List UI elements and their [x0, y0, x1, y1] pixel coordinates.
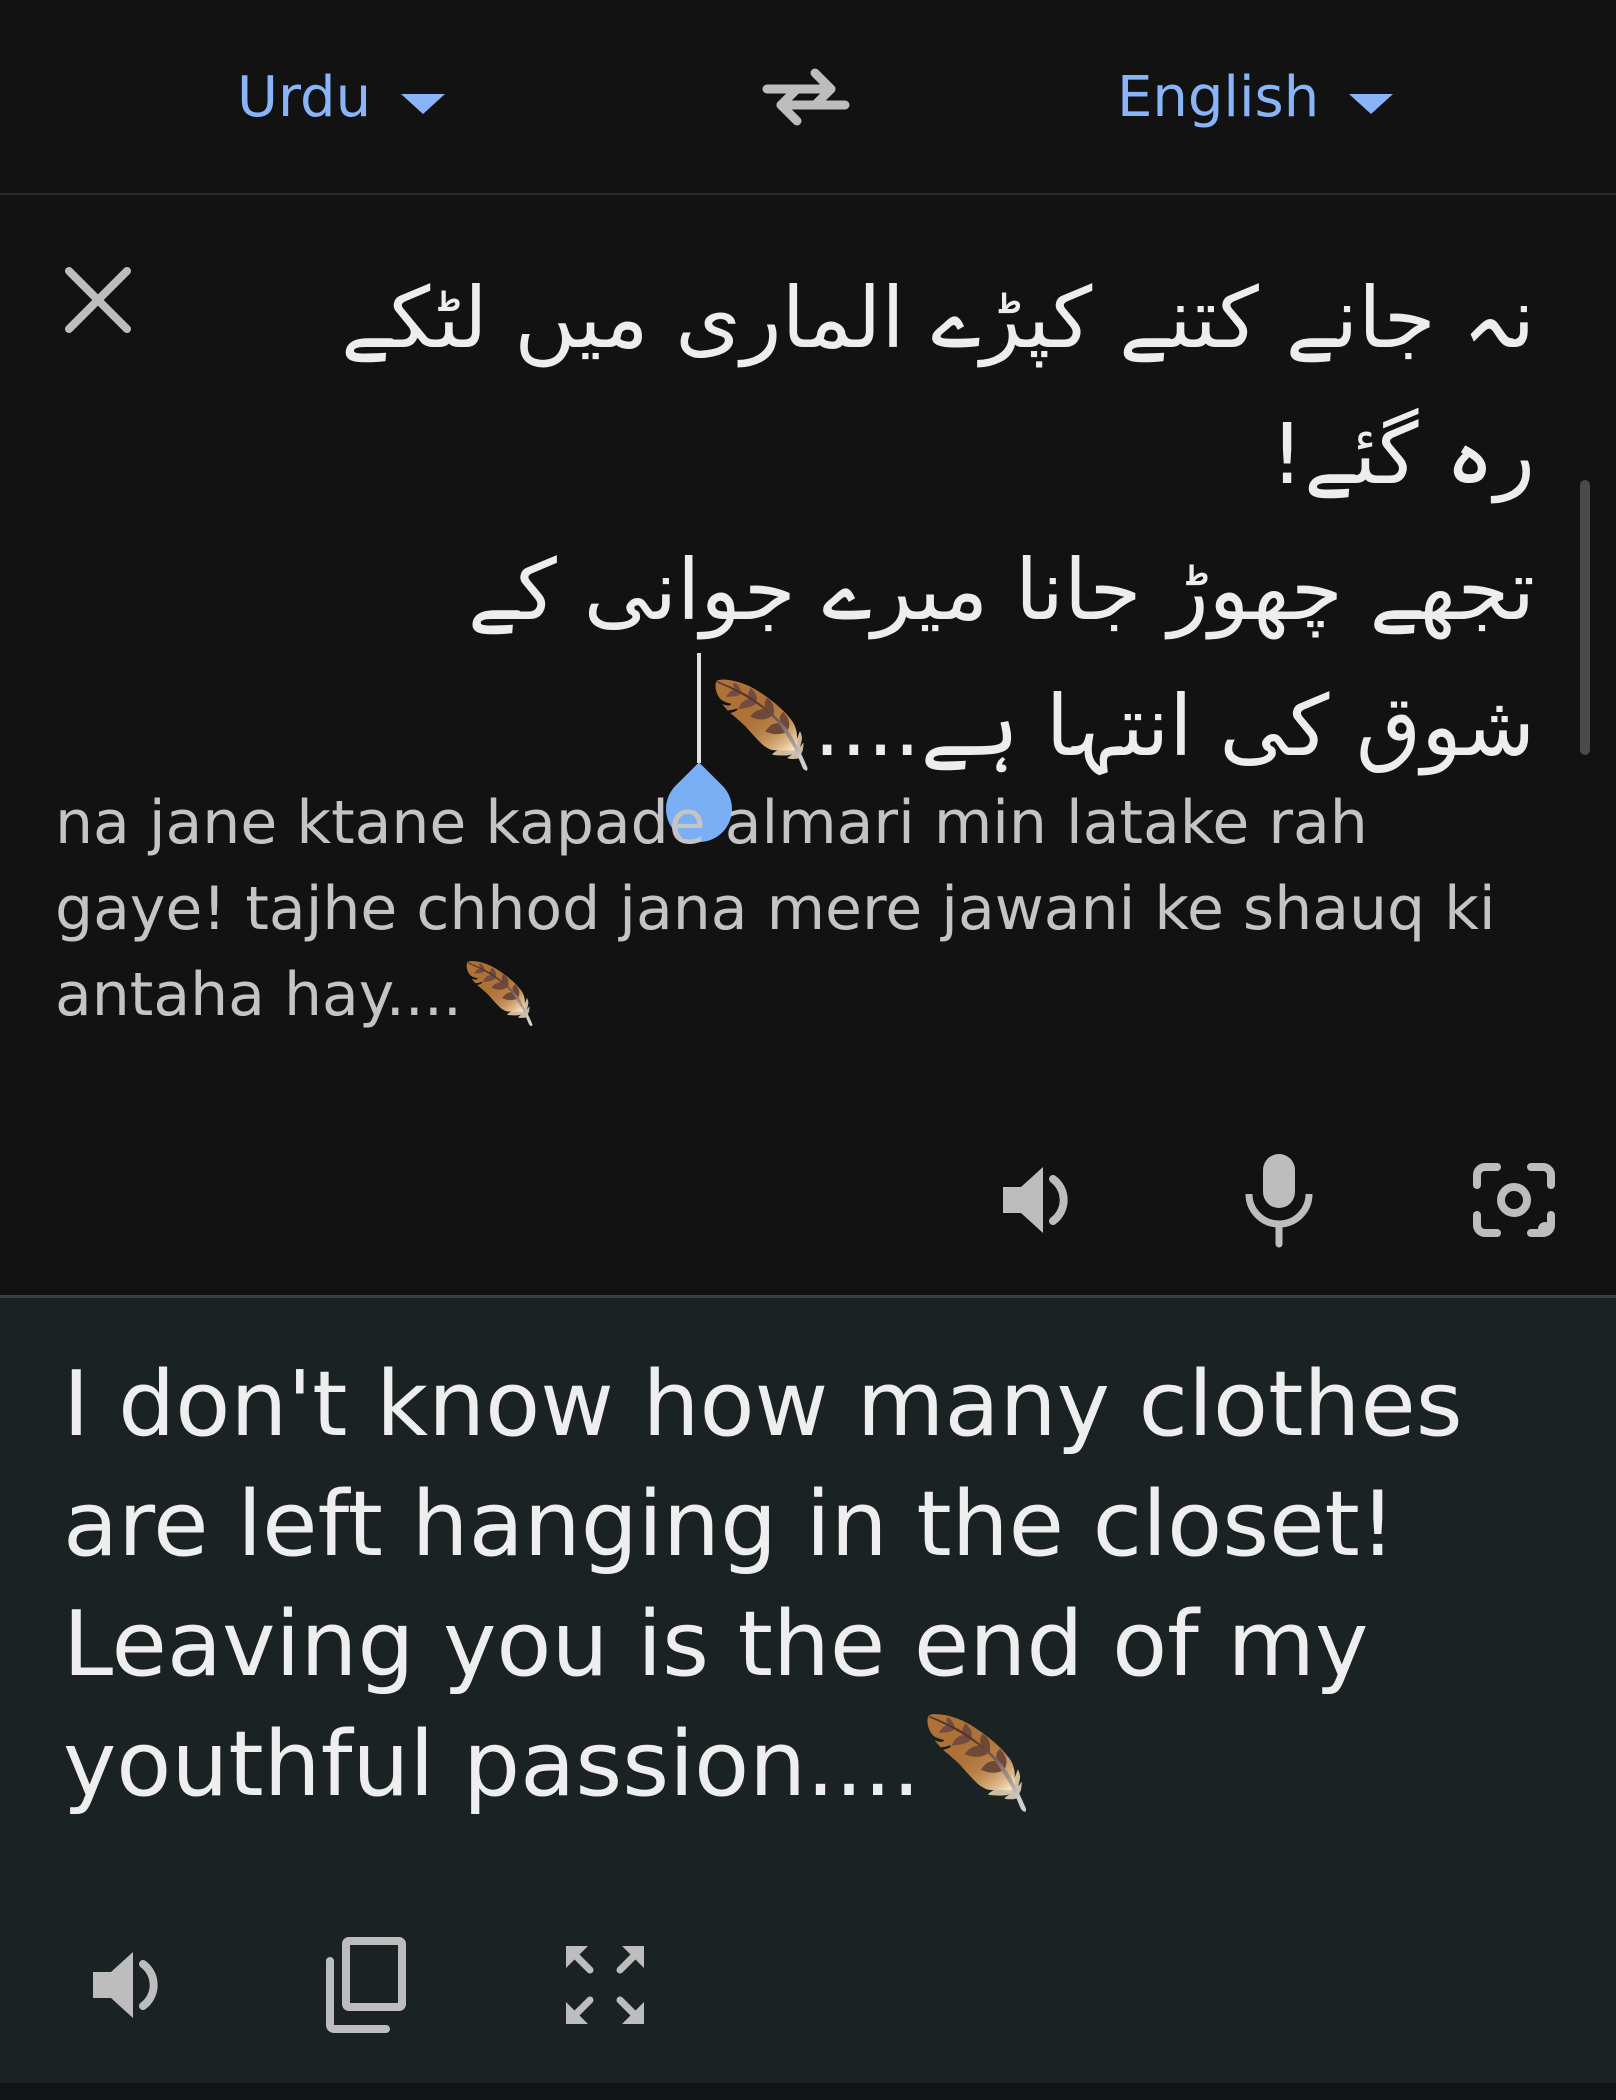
chevron-down-icon	[1349, 94, 1394, 114]
camera-icon	[1473, 1163, 1555, 1237]
copy-icon	[326, 1937, 406, 2033]
listen-source-button[interactable]	[990, 1150, 1090, 1250]
swap-arrows-icon	[762, 68, 850, 126]
source-line: نہ جانے کتنے کپڑے الماری میں لٹکے	[341, 269, 1535, 367]
source-line: رہ گئے!	[1270, 405, 1535, 503]
listen-translation-button[interactable]	[80, 1935, 180, 2035]
camera-input-button[interactable]	[1464, 1150, 1564, 1250]
source-line: شوق کی انتہا ہے....🪶	[709, 677, 1535, 775]
source-text[interactable]: نہ جانے کتنے کپڑے الماری میں لٹکے رہ گئے…	[220, 250, 1535, 794]
microphone-icon	[1245, 1154, 1313, 1248]
fullscreen-button[interactable]	[555, 1935, 655, 2035]
target-language-selector[interactable]: English	[1117, 52, 1394, 142]
swap-languages-button[interactable]	[756, 52, 856, 142]
target-language-label: English	[1117, 64, 1320, 130]
clear-input-button[interactable]	[58, 260, 138, 340]
source-language-selector[interactable]: Urdu	[237, 52, 446, 142]
close-icon	[65, 267, 131, 333]
fullscreen-icon	[566, 1946, 644, 2024]
transliteration-text: na jane ktane kapade almari min latake r…	[55, 788, 1496, 1030]
input-scrollbar[interactable]	[1580, 480, 1590, 755]
chevron-down-icon	[401, 94, 446, 114]
source-language-label: Urdu	[237, 64, 372, 130]
speaker-icon	[93, 1952, 158, 2018]
translated-text[interactable]: I don't know how many clothes are left h…	[63, 1345, 1523, 1825]
text-cursor	[697, 653, 701, 763]
language-bar: Urdu English	[0, 0, 1616, 195]
voice-input-button[interactable]	[1229, 1150, 1329, 1250]
speaker-icon	[1003, 1167, 1068, 1233]
source-line: تجھے چھوڑ جانا میرے جوانی کے	[467, 541, 1535, 639]
bottom-divider	[0, 2084, 1616, 2100]
copy-translation-button[interactable]	[315, 1935, 415, 2035]
